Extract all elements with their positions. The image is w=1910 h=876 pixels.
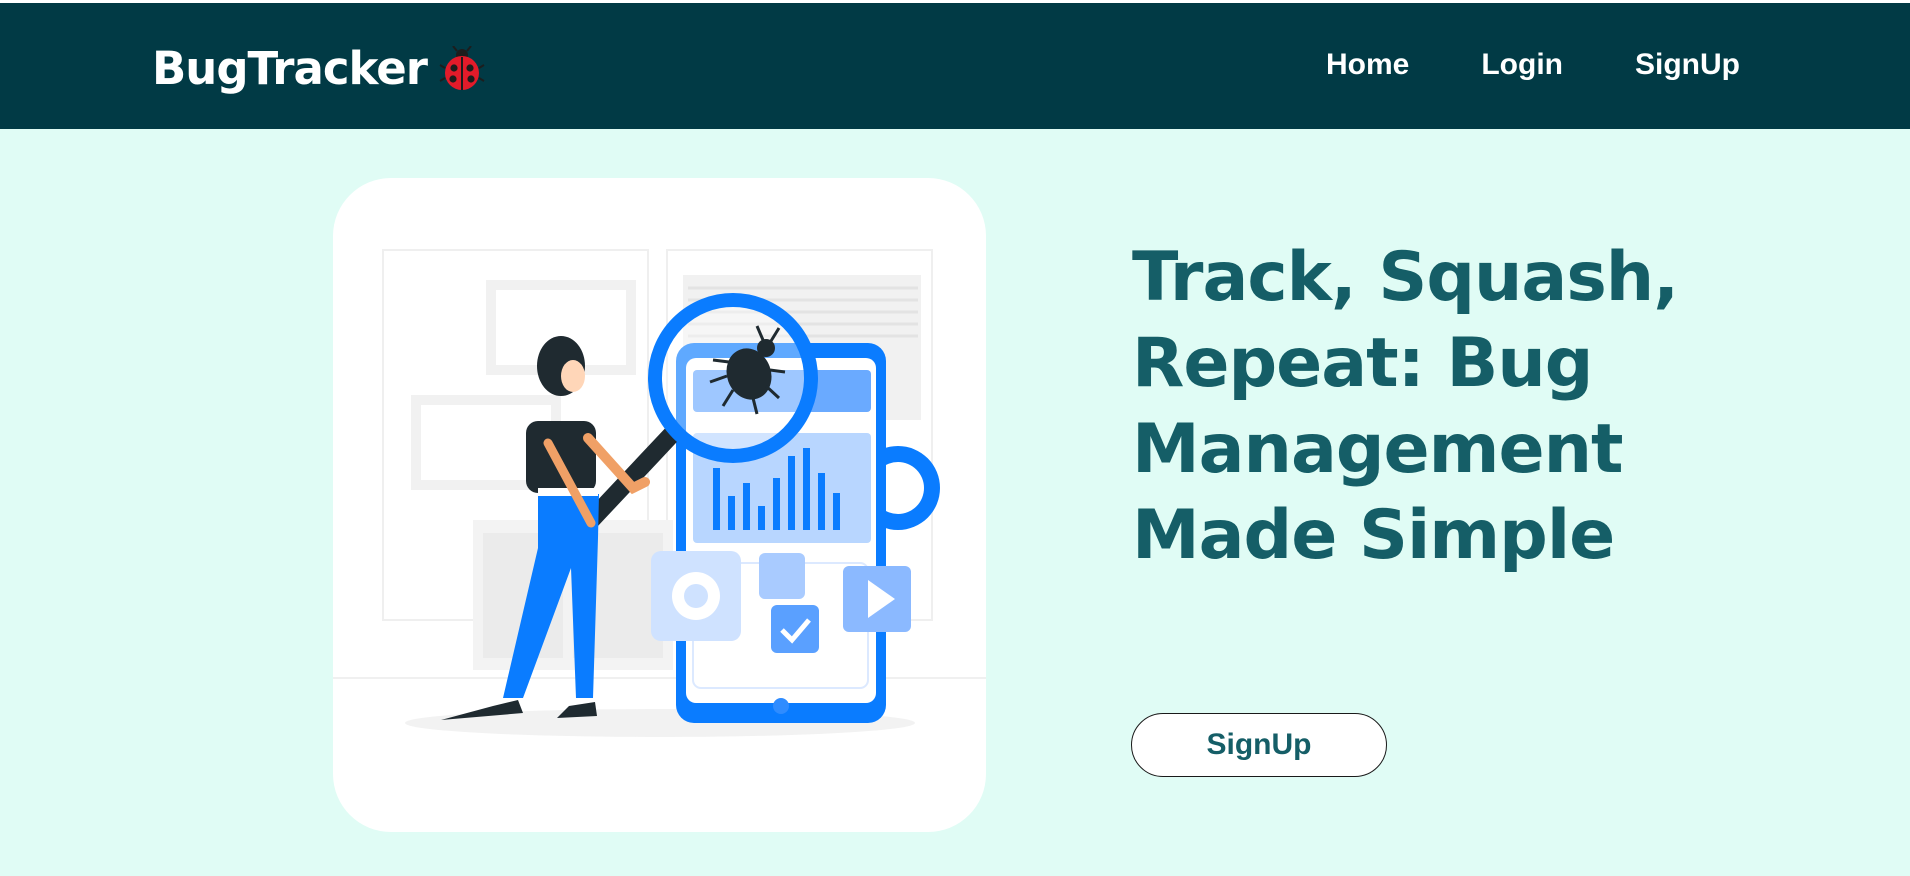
nav-links: Home Login SignUp [1326,45,1740,85]
ladybug-icon [439,46,485,90]
nav-signup-link[interactable]: SignUp [1635,45,1740,85]
brand-name: BugTracker [152,42,428,95]
bug-search-illustration [333,249,986,737]
hero-illustration-card [333,178,986,832]
navbar: BugTracker Home Login SignUp [0,3,1910,129]
nav-home-link[interactable]: Home [1326,45,1409,85]
nav-login-link[interactable]: Login [1481,45,1563,85]
hero-headline: Track, Squash, Repeat: Bug Management Ma… [1132,238,1679,575]
brand-logo[interactable]: BugTracker [152,41,485,97]
hero-signup-button[interactable]: SignUp [1131,713,1387,777]
